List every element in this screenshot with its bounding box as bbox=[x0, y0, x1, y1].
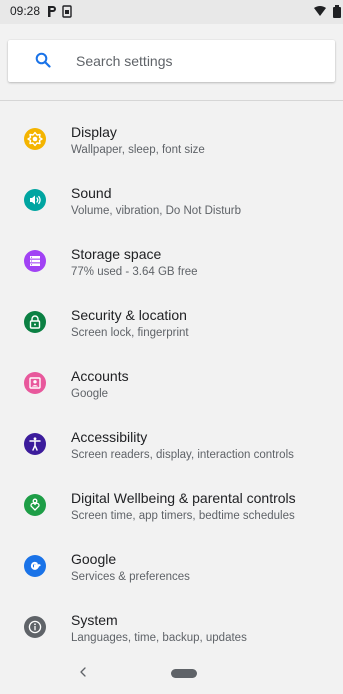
settings-item-subtitle: Screen time, app timers, bedtime schedul… bbox=[71, 510, 295, 522]
home-pill-icon[interactable] bbox=[171, 669, 197, 678]
status-bar: 09:28 bbox=[0, 0, 343, 24]
settings-item-accessibility[interactable]: Accessibility Screen readers, display, i… bbox=[0, 417, 343, 477]
settings-item-title: System bbox=[71, 612, 118, 628]
settings-list: Display Wallpaper, sleep, font size Soun… bbox=[0, 100, 343, 653]
settings-item-subtitle: Google bbox=[71, 388, 109, 400]
settings-item-title: Google bbox=[71, 551, 117, 567]
settings-item-subtitle: Wallpaper, sleep, font size bbox=[71, 144, 205, 156]
settings-item-title: Accounts bbox=[71, 368, 129, 384]
storage-icon bbox=[24, 250, 46, 272]
settings-item-display[interactable]: Display Wallpaper, sleep, font size bbox=[0, 112, 343, 172]
settings-item-subtitle: Screen readers, display, interaction con… bbox=[71, 449, 294, 461]
volume-icon bbox=[24, 189, 46, 211]
search-input[interactable]: Search settings bbox=[76, 53, 173, 69]
settings-item-subtitle: Screen lock, fingerprint bbox=[71, 327, 189, 339]
settings-item-title: Digital Wellbeing & parental controls bbox=[71, 490, 296, 506]
status-time: 09:28 bbox=[10, 4, 41, 18]
settings-item-storage[interactable]: Storage space 77% used - 3.64 GB free bbox=[0, 234, 343, 294]
back-chevron-icon[interactable] bbox=[78, 665, 88, 679]
wifi-icon bbox=[314, 6, 326, 16]
parking-icon bbox=[48, 6, 56, 17]
settings-item-subtitle: Volume, vibration, Do Not Disturb bbox=[71, 205, 242, 217]
brightness-icon bbox=[24, 128, 46, 150]
settings-item-subtitle: Services & preferences bbox=[71, 571, 190, 583]
search-bar[interactable]: Search settings bbox=[8, 40, 335, 82]
search-icon bbox=[35, 52, 51, 68]
settings-item-title: Display bbox=[71, 124, 117, 140]
settings-item-security[interactable]: Security & location Screen lock, fingerp… bbox=[0, 295, 343, 355]
settings-item-title: Accessibility bbox=[71, 429, 148, 445]
lock-icon bbox=[24, 311, 46, 333]
google-icon bbox=[24, 555, 46, 577]
account-icon bbox=[24, 372, 46, 394]
info-icon bbox=[24, 616, 46, 638]
settings-item-system[interactable]: System Languages, time, backup, updates bbox=[0, 600, 343, 660]
settings-item-accounts[interactable]: Accounts Google bbox=[0, 356, 343, 416]
accessibility-icon bbox=[24, 433, 46, 455]
battery-icon bbox=[333, 5, 341, 18]
settings-item-subtitle: Languages, time, backup, updates bbox=[71, 632, 247, 644]
settings-item-digital-wellbeing[interactable]: Digital Wellbeing & parental controls Sc… bbox=[0, 478, 343, 538]
wellbeing-icon bbox=[24, 494, 46, 516]
settings-item-sound[interactable]: Sound Volume, vibration, Do Not Disturb bbox=[0, 173, 343, 233]
settings-item-title: Security & location bbox=[71, 307, 187, 323]
navigation-bar bbox=[0, 653, 343, 694]
settings-item-title: Storage space bbox=[71, 246, 162, 262]
divider bbox=[0, 100, 343, 101]
sim-card-icon bbox=[62, 5, 72, 18]
settings-item-subtitle: 77% used - 3.64 GB free bbox=[71, 266, 198, 278]
settings-item-title: Sound bbox=[71, 185, 112, 201]
search-area: Search settings bbox=[0, 24, 343, 100]
settings-item-google[interactable]: Google Services & preferences bbox=[0, 539, 343, 599]
